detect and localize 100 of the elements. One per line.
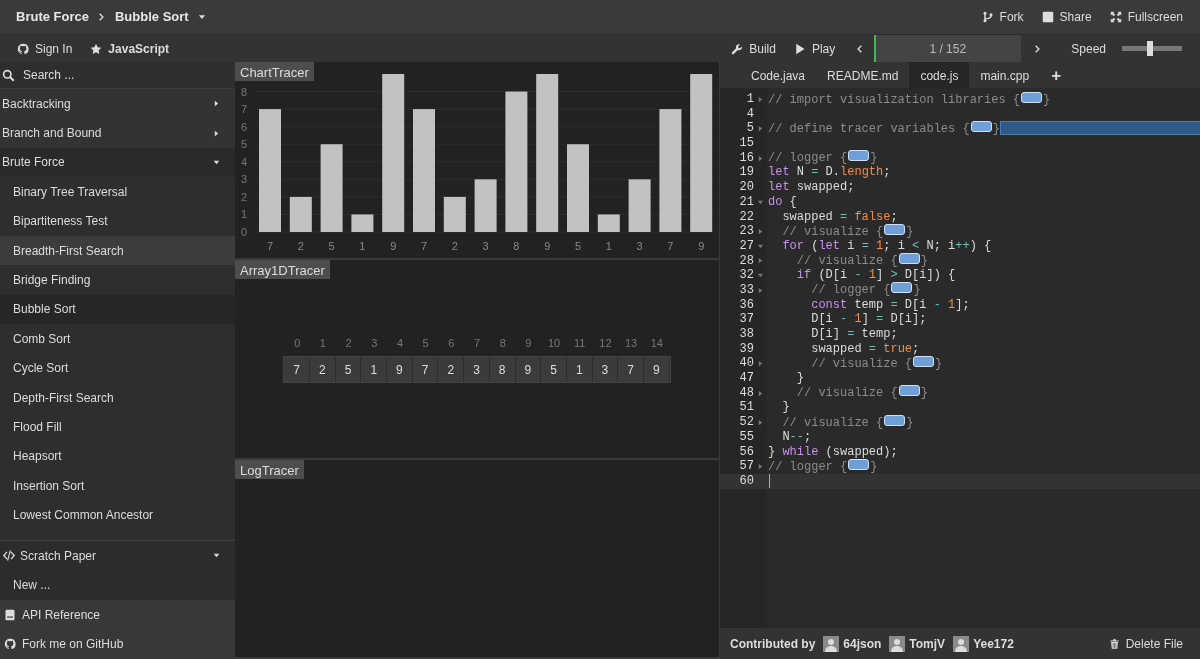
header-button[interactable]: Fork (972, 0, 1033, 34)
sidebar-item[interactable]: Comb Sort (0, 324, 235, 354)
sidebar-item[interactable]: Bubble Sort (0, 294, 235, 325)
fold-arrow-icon[interactable] (757, 389, 764, 397)
index-label: 13 (624, 335, 639, 351)
breadcrumb-link[interactable]: Bubble Sort (114, 7, 189, 27)
breadcrumb-link[interactable]: Brute Force (16, 7, 89, 27)
sidebar-item[interactable]: Bipartiteness Test (0, 206, 235, 236)
fold-arrow-icon[interactable] (757, 95, 764, 103)
file-tab[interactable]: Code.java (740, 62, 817, 89)
fold-arrow-icon[interactable] (757, 154, 764, 162)
fold-widget-icon[interactable] (848, 150, 870, 162)
fold-widget-icon[interactable] (1021, 91, 1043, 103)
fold-arrow-icon[interactable] (757, 242, 764, 250)
category-item[interactable]: Backtracking (0, 89, 235, 119)
axis-label: 2 (451, 240, 458, 252)
sidebar-item[interactable]: Bridge Finding (0, 265, 235, 295)
sidebar-item[interactable]: Cycle Sort (0, 353, 235, 383)
code-line: // logger { } (768, 150, 878, 166)
progress-bar[interactable]: 1 / 152 (874, 35, 1022, 62)
sidebar-item[interactable]: Breadth-First Search (0, 235, 235, 266)
fold-widget-icon[interactable] (848, 458, 870, 470)
sidebar-item[interactable]: Heapsort (0, 441, 235, 472)
play-button[interactable]: Play (784, 35, 845, 62)
code-line: } (781, 400, 790, 416)
array-cell: 2 (310, 357, 336, 383)
line-number: 32 (738, 268, 754, 283)
fold-arrow-icon[interactable] (757, 463, 764, 471)
array-cell: 9 (643, 357, 670, 383)
axis-label: 9 (544, 240, 551, 252)
category-item[interactable]: Brute Force (0, 147, 235, 178)
sidebar-item[interactable]: Lowest Common Ancestor (0, 500, 235, 530)
index-label: 14 (649, 335, 664, 351)
delete-file-button[interactable]: Delete File (1099, 628, 1192, 659)
fold-widget-icon[interactable] (970, 120, 992, 132)
code-line: // visualize { } (795, 253, 928, 269)
line-number: 1 (745, 92, 754, 107)
code-line: swapped = true; (810, 341, 920, 357)
fold-arrow-icon[interactable] (757, 228, 764, 236)
code-line: let N = D.length; (768, 165, 891, 181)
fold-widget-icon[interactable] (884, 414, 906, 426)
fold-arrow-icon[interactable] (757, 198, 764, 206)
sidebar-item[interactable]: Depth-First Search (0, 382, 235, 413)
fold-widget-icon[interactable] (913, 355, 935, 367)
index-label: 7 (472, 335, 482, 351)
array-cell: 5 (335, 357, 362, 383)
sidebar-link[interactable]: Fork me on GitHub (0, 629, 235, 659)
axis-label: 1 (605, 240, 612, 252)
axis-label: 7 (420, 240, 428, 252)
line-number: 23 (738, 224, 754, 239)
fold-widget-icon[interactable] (898, 385, 920, 397)
chart-bar (443, 196, 466, 232)
array-cell: 3 (592, 357, 619, 383)
axis-label: 5 (574, 240, 582, 252)
code-line: D[i] = temp; (810, 327, 898, 342)
category-item[interactable]: Branch and Bound (0, 118, 235, 148)
search-field[interactable]: Search ... (21, 65, 211, 85)
fold-arrow-icon[interactable] (757, 286, 764, 294)
fold-arrow-icon[interactable] (757, 257, 764, 265)
github-icon (17, 42, 29, 55)
sidebar-item[interactable]: New ... (0, 570, 235, 600)
axis-label: 3 (241, 173, 248, 186)
array-cell: 3 (464, 357, 490, 383)
sidebar-item[interactable]: Binary Tree Traversal (0, 177, 235, 207)
header-button[interactable]: Share (1032, 0, 1101, 34)
fold-arrow-icon[interactable] (757, 125, 764, 133)
fold-arrow-icon[interactable] (757, 418, 764, 426)
chart-bar (474, 179, 497, 232)
fold-arrow-icon[interactable] (757, 272, 764, 280)
fold-arrow-icon[interactable] (757, 360, 764, 368)
contributor-link[interactable]: Yee172 (973, 634, 1014, 653)
file-tab[interactable]: main.cpp (969, 62, 1041, 89)
sidebar-link[interactable]: API Reference (0, 600, 235, 630)
index-label: 11 (573, 335, 587, 351)
avatar-icon (823, 635, 840, 652)
line-number: 33 (738, 282, 754, 298)
axis-label: 7 (266, 240, 274, 252)
add-tab-button[interactable]: + (1040, 62, 1073, 89)
fold-widget-icon[interactable] (891, 282, 913, 294)
index-label: 3 (370, 335, 379, 351)
file-tab[interactable]: code.js (909, 62, 970, 89)
contributor-link[interactable]: 64json (843, 634, 882, 653)
sidebar-item[interactable]: Insertion Sort (0, 471, 235, 501)
fold-widget-icon[interactable] (884, 223, 906, 235)
header-button[interactable]: Fullscreen (1100, 0, 1192, 34)
file-tab[interactable]: README.md (816, 62, 910, 89)
trash-icon (1108, 637, 1120, 650)
code-line: // logger { } (768, 458, 878, 475)
build-button[interactable]: Build (722, 35, 785, 62)
sidebar-item[interactable]: Flood Fill (0, 412, 235, 442)
fold-widget-icon[interactable] (898, 253, 920, 265)
index-label: 0 (293, 335, 302, 351)
line-number: 22 (738, 209, 754, 225)
contributor-link[interactable]: TomjV (909, 634, 946, 653)
axis-label: 7 (241, 103, 248, 116)
progress-text: 1 / 152 (929, 40, 967, 58)
language-button[interactable]: JavaScript (81, 35, 179, 62)
avatar-icon (953, 635, 970, 652)
slider-thumb[interactable] (1147, 41, 1154, 56)
sign-in-button[interactable]: Sign In (8, 35, 82, 62)
